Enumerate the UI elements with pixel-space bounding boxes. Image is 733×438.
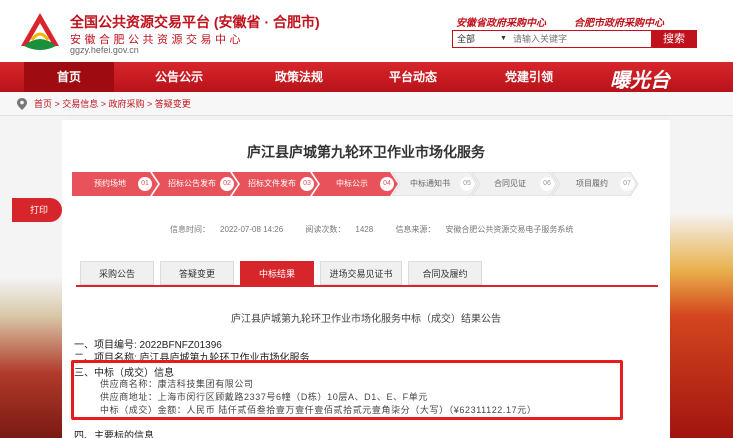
- article-tabs: 采购公告 答疑变更 中标结果 进场交易见证书 合同及履约: [76, 261, 658, 287]
- step-award-notice[interactable]: 中标通知书 05: [392, 172, 478, 196]
- step-label: 中标通知书: [410, 179, 450, 188]
- process-steps: 预约场地 01 招标公告发布 02 招标文件发布 03 中标公示 04 中标通知…: [72, 172, 652, 198]
- step-number: 07: [620, 177, 634, 191]
- meta-views-label: 阅读次数：: [305, 225, 346, 234]
- nav-policies[interactable]: 政策法规: [254, 62, 344, 92]
- meta-source: 信息来源： 安徽合肥公共资源交易电子服务系统: [395, 225, 583, 234]
- notice-title: 庐江县庐城第九轮环卫作业市场化服务中标（成交）结果公告: [231, 314, 501, 325]
- tab-award-result[interactable]: 中标结果: [240, 261, 314, 285]
- main-subject-heading: 四、主要标的信息: [74, 431, 154, 438]
- article-title: 庐江县庐城第九轮环卫作业市场化服务: [247, 144, 485, 160]
- search-scope-value: 全部: [457, 34, 476, 44]
- nav-announcements[interactable]: 公告公示: [134, 62, 224, 92]
- nav-platform-news[interactable]: 平台动态: [368, 62, 458, 92]
- step-performance[interactable]: 项目履约 07: [552, 172, 638, 196]
- nav-home[interactable]: 首页: [24, 62, 114, 92]
- meta-views-value: 1428: [355, 225, 374, 234]
- breadcrumb[interactable]: 首页 > 交易信息 > 政府采购 > 答疑变更: [0, 92, 733, 116]
- meta-views: 阅读次数： 1428: [305, 225, 383, 234]
- article-meta: 信息时间： 2022-07-08 14:26 阅读次数： 1428 信息来源： 安徽合…: [170, 224, 593, 235]
- article-panel: 庐江县庐城第九轮环卫作业市场化服务 预约场地 01 招标公告发布 02 招标文件…: [62, 120, 670, 438]
- meta-source-label: 信息来源：: [395, 225, 436, 234]
- site-url: ggzy.hefei.gov.cn: [70, 45, 139, 55]
- site-logo-icon[interactable]: [18, 10, 62, 54]
- site-title: 全国公共资源交易平台 (安徽省 · 合肥市): [70, 14, 320, 30]
- step-label: 招标文件发布: [248, 179, 296, 188]
- tab-procurement-notice[interactable]: 采购公告: [80, 261, 154, 285]
- triangle-down-icon: ▼: [500, 35, 507, 42]
- meta-source-value: 安徽合肥公共资源交易电子服务系统: [445, 225, 574, 234]
- search-input[interactable]: [511, 31, 649, 47]
- tab-witness-certificate[interactable]: 进场交易见证书: [320, 261, 402, 285]
- step-tender-notice[interactable]: 招标公告发布 02: [152, 172, 238, 196]
- step-label: 招标公告发布: [168, 179, 216, 188]
- step-contract-witness[interactable]: 合同见证 06: [472, 172, 558, 196]
- meta-time: 信息时间： 2022-07-08 14:26: [170, 225, 293, 234]
- nav-party-building[interactable]: 党建引领: [484, 62, 574, 92]
- search-scope-select[interactable]: 全部 ▼: [453, 31, 509, 47]
- step-label: 合同见证: [494, 179, 526, 188]
- step-number: 01: [138, 177, 152, 191]
- step-tender-docs[interactable]: 招标文件发布 03: [232, 172, 318, 196]
- festive-decoration-left: [0, 116, 66, 438]
- step-label: 项目履约: [576, 179, 608, 188]
- step-booking[interactable]: 预约场地 01: [72, 172, 158, 196]
- location-pin-icon: [17, 98, 27, 110]
- search-bar: 全部 ▼ 搜索: [452, 30, 697, 48]
- print-button[interactable]: 打印: [12, 198, 62, 222]
- exposure-platform-link[interactable]: 曝光台: [610, 64, 670, 93]
- step-award-publicity[interactable]: 中标公示 04: [312, 172, 398, 196]
- meta-time-value: 2022-07-08 14:26: [220, 225, 284, 234]
- link-city-procurement[interactable]: 合肥市政府采购中心: [574, 18, 664, 29]
- header-links: 安徽省政府采购中心 合肥市政府采购中心: [456, 14, 692, 29]
- link-provincial-procurement[interactable]: 安徽省政府采购中心: [456, 18, 546, 29]
- step-label: 预约场地: [94, 179, 126, 188]
- site-header: 全国公共资源交易平台 (安徽省 · 合肥市) 安徽合肥公共资源交易中心 ggzy…: [0, 0, 733, 62]
- main-nav: 首页 公告公示 政策法规 平台动态 党建引领 曝光台: [0, 62, 733, 92]
- step-label: 中标公示: [336, 179, 368, 188]
- highlight-box: [71, 360, 623, 420]
- search-button[interactable]: 搜索: [651, 30, 697, 48]
- tab-clarification[interactable]: 答疑变更: [160, 261, 234, 285]
- meta-time-label: 信息时间：: [170, 225, 210, 234]
- festive-decoration-right: [670, 116, 733, 438]
- tab-contract[interactable]: 合同及履约: [408, 261, 482, 285]
